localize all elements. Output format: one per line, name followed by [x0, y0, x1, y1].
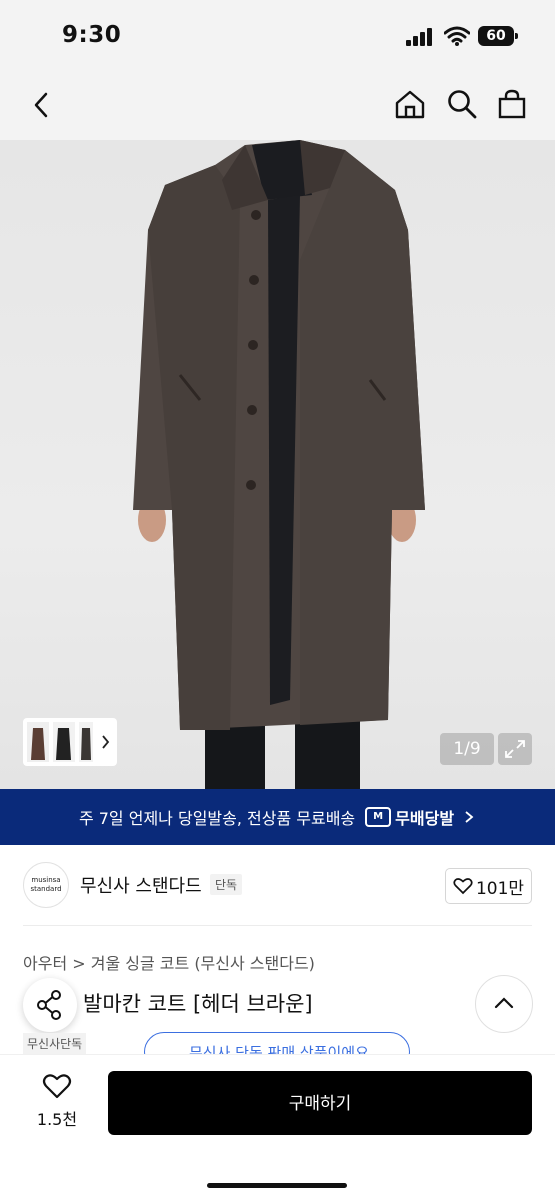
chevron-right-icon — [465, 811, 474, 823]
brand-logo[interactable]: musinsa standard — [23, 862, 69, 908]
expand-icon[interactable] — [498, 733, 532, 765]
product-image[interactable] — [0, 140, 555, 790]
heart-icon — [42, 1074, 72, 1099]
heart-icon — [453, 878, 473, 895]
banner-text: 주 7일 언제나 당일발송, 전상품 무료배송 — [78, 809, 356, 828]
breadcrumb[interactable]: 아우터 > 겨울 싱글 코트 (무신사 스탠다드) — [23, 950, 315, 974]
shipping-banner[interactable]: 주 7일 언제나 당일발송, 전상품 무료배송 M 무배당발 — [0, 789, 555, 845]
share-icon — [37, 990, 61, 1020]
share-button[interactable] — [23, 978, 77, 1032]
wishlist-count: 1.5천 — [36, 1110, 78, 1129]
free-delivery-badge: M 무배당발 — [365, 805, 476, 829]
home-indicator — [207, 1183, 347, 1188]
search-icon[interactable] — [446, 88, 478, 120]
wishlist-button[interactable]: 1.5천 — [22, 1072, 92, 1130]
scroll-top-button[interactable] — [475, 975, 533, 1033]
battery-level: 60 — [486, 28, 506, 44]
brand-like-button[interactable]: 101만 — [445, 868, 532, 904]
delivery-logo-icon: M — [365, 807, 392, 827]
top-nav-bar — [0, 72, 555, 140]
brand-name[interactable]: 무신사 스탠다드 — [80, 872, 202, 898]
badge-label: 무배당발 — [395, 809, 455, 828]
brand-logo-line2: standard — [30, 885, 62, 893]
status-bar: 9:30 60 — [0, 0, 555, 72]
exclusive-badge: 무신사단독 — [23, 1033, 87, 1054]
buy-button[interactable]: 구매하기 — [108, 1071, 532, 1135]
divider — [23, 925, 532, 926]
brand-like-count: 101만 — [475, 878, 525, 899]
exclusive-tag: 단독 — [210, 874, 243, 895]
battery-icon: 60 — [478, 26, 518, 46]
status-time: 9:30 — [62, 22, 122, 48]
cellular-signal-icon — [406, 28, 432, 46]
thumbnail-strip[interactable] — [23, 718, 117, 766]
coat-model-illustration — [133, 140, 425, 790]
chevron-up-icon — [494, 997, 514, 1009]
wifi-icon — [444, 26, 470, 46]
brand-logo-line1: musinsa — [31, 876, 61, 884]
shopping-bag-icon[interactable] — [496, 88, 528, 120]
home-icon[interactable] — [394, 88, 426, 120]
image-counter: 1/9 — [440, 733, 494, 765]
back-chevron-icon[interactable] — [30, 90, 52, 120]
